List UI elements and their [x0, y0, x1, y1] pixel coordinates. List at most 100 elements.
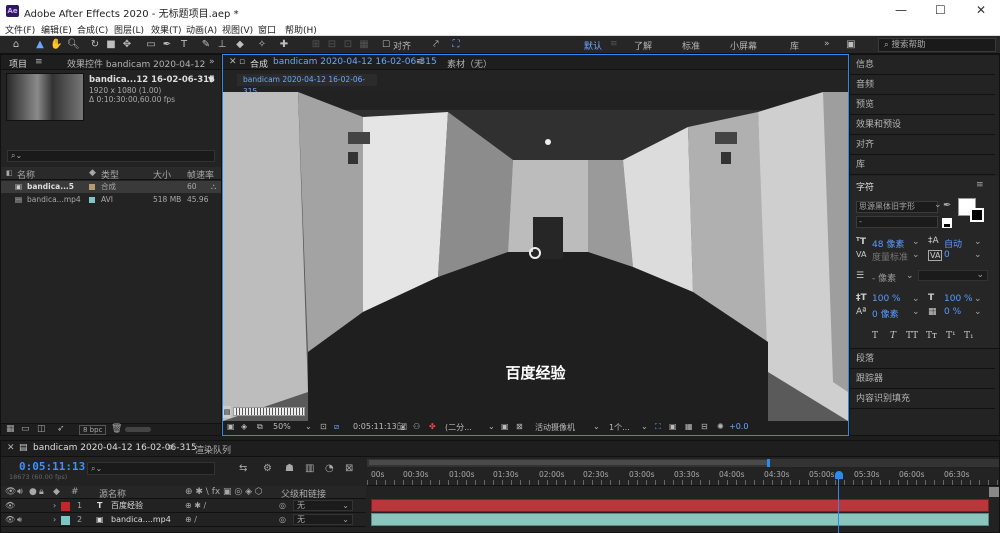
magnify-dropdown[interactable]: 50%: [273, 422, 291, 431]
work-area-handle[interactable]: [369, 460, 769, 465]
chevron-down-icon[interactable]: ⌄: [974, 250, 982, 260]
camera-tool-icon[interactable]: ■: [105, 39, 117, 51]
comp-breadcrumb[interactable]: bandicam 2020-04-12 16-02-06-315: [237, 74, 377, 96]
fit-icon[interactable]: ⊡: [320, 422, 327, 431]
kerning-value[interactable]: 度量标准: [872, 250, 908, 263]
interpret-footage-icon[interactable]: ▦: [6, 424, 15, 434]
table-row[interactable]: 👁︎ 🔊︎ › 2 ▣ bandica....mp4 ⊕ / ◎ 无 ⌄: [1, 513, 366, 527]
motion-blur-icon[interactable]: ◔: [325, 463, 334, 474]
resolution-dropdown[interactable]: (二分...: [445, 422, 472, 433]
expand-arrow-icon[interactable]: ›: [53, 513, 56, 527]
text-layer-bar[interactable]: [371, 499, 989, 512]
always-preview-icon[interactable]: ▣: [227, 422, 235, 431]
eye-icon[interactable]: 👁︎: [5, 513, 15, 527]
project-menu-icon[interactable]: ≡: [35, 57, 43, 67]
col-type[interactable]: 类型: [101, 168, 119, 181]
chevron-down-icon[interactable]: ⌄: [934, 200, 942, 210]
menu-effect[interactable]: 效果(T): [151, 23, 182, 36]
minimize-button[interactable]: —: [895, 3, 907, 17]
panel-preview[interactable]: 预览: [850, 95, 995, 115]
view-axis-icon[interactable]: ⊡: [342, 39, 354, 51]
panel-content-aware-fill[interactable]: 内容识别填充: [850, 389, 995, 409]
new-comp-icon[interactable]: ◫: [37, 424, 46, 434]
menu-layer[interactable]: 图层(L): [114, 23, 144, 36]
lock-icon[interactable]: 🔒︎: [39, 487, 44, 497]
tab-render-queue[interactable]: 渲染队列: [195, 443, 231, 456]
menu-animation[interactable]: 动画(A): [186, 23, 217, 36]
home-icon[interactable]: ⌂: [10, 39, 22, 51]
menu-edit[interactable]: 编辑(E): [41, 23, 72, 36]
panel-library[interactable]: 库: [850, 155, 995, 175]
world-axis-icon[interactable]: ⊟: [326, 39, 338, 51]
grid-icon[interactable]: ⧄: [334, 422, 339, 432]
local-axis-icon[interactable]: ⊞: [310, 39, 322, 51]
chevron-down-icon[interactable]: ⌄: [593, 422, 600, 431]
tsume-value[interactable]: 0 %: [944, 307, 961, 317]
zoom-tool-icon[interactable]: 🔍︎: [67, 39, 80, 51]
region-of-interest-icon[interactable]: ▤: [223, 406, 231, 418]
leading-value[interactable]: 自动: [944, 237, 962, 250]
list-item[interactable]: ▣ bandica...5 合成 60 ⛬: [1, 181, 221, 193]
reset-exposure-icon[interactable]: ▣: [669, 422, 677, 431]
chevron-down-icon[interactable]: ⌄: [974, 237, 982, 247]
brush-tool-icon[interactable]: ✎: [200, 39, 212, 51]
timeline-icon[interactable]: ⊟: [701, 422, 708, 431]
workspace-library[interactable]: 库: [790, 39, 799, 52]
camera-dropdown[interactable]: 活动摄像机: [535, 422, 575, 433]
eraser-tool-icon[interactable]: ◆: [234, 39, 246, 51]
tab-composition-name[interactable]: bandicam 2020-04-12 16-02-06-315: [273, 57, 437, 67]
rectangle-tool-icon[interactable]: ▭: [145, 39, 157, 51]
label-icon[interactable]: ◆: [53, 487, 60, 497]
adjust-icon[interactable]: ➶: [57, 424, 65, 434]
solo-icon[interactable]: ●: [29, 487, 37, 497]
layer-switches[interactable]: ⊕ ✱ /: [185, 499, 206, 513]
exposure-value[interactable]: +0.0: [729, 422, 748, 431]
hand-tool-icon[interactable]: ✋: [50, 39, 62, 51]
menu-view[interactable]: 视图(V): [222, 23, 253, 36]
show-snapshot-icon[interactable]: ⚇: [413, 422, 420, 431]
panel-tracker[interactable]: 跟踪器: [850, 369, 995, 389]
frame-blending-icon[interactable]: ▥: [305, 463, 314, 474]
chevron-down-icon[interactable]: ⌄: [641, 422, 648, 431]
clone-stamp-tool-icon[interactable]: ⊥: [216, 39, 228, 51]
comp-dropdown-icon[interactable]: ▼: [208, 75, 214, 84]
video-layer-bar[interactable]: [371, 513, 989, 526]
comp-viewer[interactable]: 百度经验 ▤: [223, 92, 848, 421]
panel-align[interactable]: 对齐: [850, 135, 995, 155]
anchor-point-icon[interactable]: [529, 247, 541, 259]
panel-audio[interactable]: 音频: [850, 75, 995, 95]
maximize-button[interactable]: ☐: [935, 3, 946, 17]
draft-3d-icon[interactable]: ⚙: [263, 463, 272, 474]
align-checkbox[interactable]: ☐: [380, 39, 392, 51]
type-tool-icon[interactable]: T: [178, 39, 190, 51]
horizontal-scale-value[interactable]: 100 %: [944, 294, 973, 304]
comp-mini-flowchart-icon[interactable]: ⇆: [239, 463, 247, 474]
chevron-down-icon[interactable]: ⌄: [974, 307, 982, 317]
workspace-overflow[interactable]: »: [824, 39, 830, 49]
chevron-down-icon[interactable]: ⌄: [912, 294, 920, 304]
chevron-down-icon[interactable]: ⌄: [974, 294, 982, 304]
close-tab-icon[interactable]: ✕: [229, 57, 237, 67]
stroke-color-swatch[interactable]: [970, 208, 984, 222]
lock-icon[interactable]: ▫: [239, 57, 245, 67]
current-time[interactable]: 0:05:11:13: [353, 422, 397, 431]
pan-behind-tool-icon[interactable]: ✥: [121, 39, 133, 51]
eye-icon[interactable]: 👁︎: [5, 499, 15, 513]
rotate-tool-icon[interactable]: ↻: [89, 39, 101, 51]
layer-label-color[interactable]: [61, 516, 70, 525]
tab-composition-label[interactable]: 合成: [250, 57, 268, 70]
toggle-pixel-icon[interactable]: ⛶: [655, 422, 661, 432]
timeline-timecode[interactable]: 0:05:11:13: [19, 460, 85, 473]
parent-dropdown[interactable]: 无 ⌄: [293, 500, 353, 511]
menu-window[interactable]: 窗口: [258, 23, 276, 36]
vertical-scale-value[interactable]: 100 %: [872, 294, 901, 304]
chevron-down-icon[interactable]: ⌄: [305, 422, 312, 431]
exposure-icon[interactable]: ✺: [717, 422, 724, 431]
font-style-dropdown[interactable]: -: [856, 216, 938, 228]
col-size[interactable]: 大小: [153, 168, 171, 181]
font-family-dropdown[interactable]: 思源黑体旧字形: [856, 201, 938, 213]
snapping-icon[interactable]: ⤤: [430, 39, 442, 51]
panel-overflow-icon[interactable]: »: [209, 57, 215, 67]
close-tab-icon[interactable]: ✕: [7, 443, 15, 453]
tracking-value[interactable]: 0: [944, 250, 950, 260]
